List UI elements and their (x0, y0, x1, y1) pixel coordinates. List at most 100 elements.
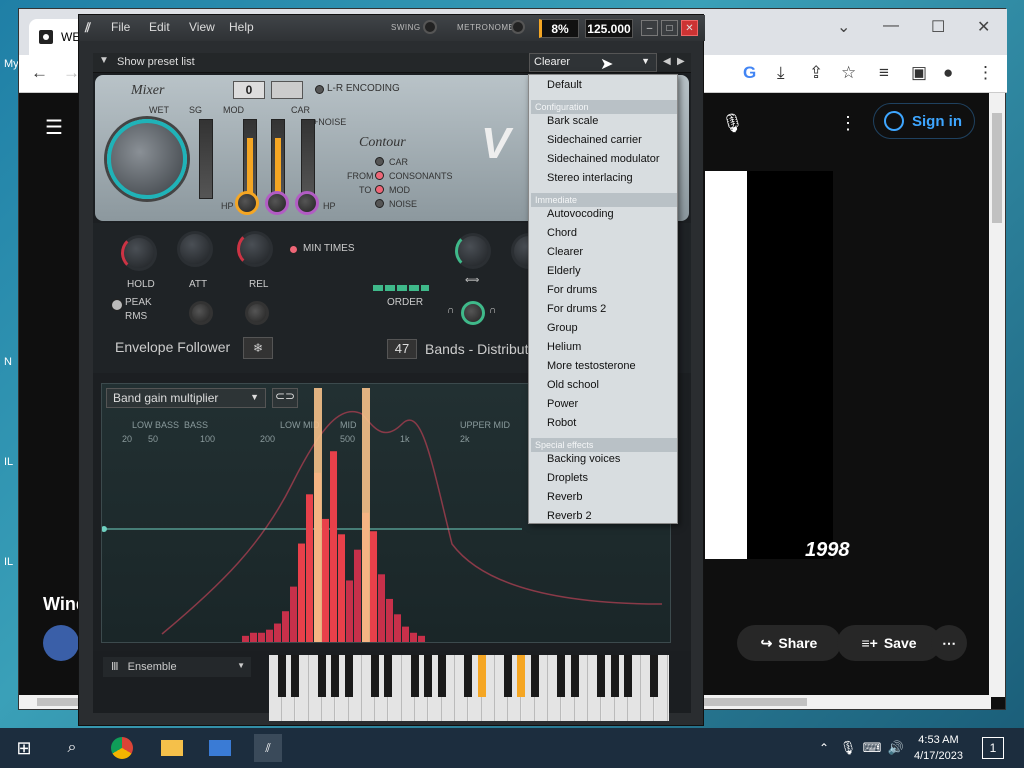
piano-black-key[interactable] (610, 655, 619, 697)
piano-black-key[interactable] (597, 655, 606, 697)
band-bar[interactable] (378, 574, 385, 642)
system-clock[interactable]: 4:53 AM 4/17/2023 (914, 732, 963, 764)
band-bar[interactable] (330, 451, 337, 642)
more-actions-button[interactable]: ⋯ (931, 625, 967, 661)
menu-edit[interactable]: Edit (149, 20, 170, 34)
dropdown-item[interactable]: More testosterone (547, 360, 636, 372)
plugin-titlebar[interactable]: ⫽ File Edit View Help SWING METRONOME 8%… (79, 15, 705, 41)
preset-select[interactable]: Clearer ▼ (529, 53, 657, 72)
share-button[interactable]: ↪ Share (737, 625, 841, 661)
band-bar[interactable] (290, 586, 297, 642)
remote-desktop-icon[interactable] (206, 734, 234, 762)
show-preset-list[interactable]: Show preset list (117, 56, 195, 68)
lr-value[interactable]: 0 (233, 81, 265, 99)
more-icon[interactable]: ⋮ (839, 113, 857, 134)
dropdown-item[interactable]: Reverb (547, 491, 582, 503)
contour-opt-noise[interactable]: NOISE (389, 199, 417, 209)
piano-black-key[interactable] (411, 655, 419, 697)
app-logo-icon[interactable]: ⫽ (85, 20, 91, 36)
google-icon[interactable]: G (743, 63, 756, 83)
dropdown-item[interactable]: Old school (547, 379, 599, 391)
download-icon[interactable]: ⤓ (777, 63, 785, 83)
band-bar[interactable] (410, 632, 417, 642)
piano-black-key[interactable] (291, 655, 300, 697)
minimize-icon[interactable]: – (641, 20, 658, 36)
piano-black-key[interactable] (344, 655, 353, 697)
profile-icon[interactable]: ● (943, 63, 953, 83)
band-bar[interactable] (250, 632, 257, 642)
dropdown-item[interactable]: Elderly (547, 265, 581, 277)
band-bar[interactable] (258, 632, 265, 642)
share-page-icon[interactable]: ⇪ (809, 63, 823, 83)
menu-dots-icon[interactable]: ⋮ (977, 63, 994, 83)
close-icon[interactable]: ✕ (977, 17, 990, 37)
band-bar[interactable] (402, 626, 409, 642)
dropdown-item[interactable]: Clearer (547, 246, 583, 258)
mic-icon[interactable]: 🎙 (721, 113, 744, 134)
band-bar[interactable] (418, 635, 425, 642)
dropdown-item[interactable]: Sidechained modulator (547, 153, 660, 165)
dropdown-item[interactable]: Group (547, 322, 578, 334)
swing-knob[interactable] (423, 20, 437, 34)
contour-car-led[interactable] (375, 157, 384, 166)
filter-knob[interactable] (461, 301, 485, 325)
piano-black-key[interactable] (504, 655, 513, 697)
noise-fader[interactable] (301, 119, 315, 199)
band-bar[interactable] (322, 518, 329, 642)
car-knob[interactable] (295, 191, 319, 215)
lr-encoding-led[interactable] (315, 85, 324, 94)
notification-center[interactable]: 1 (982, 737, 1004, 759)
maximize-icon[interactable]: ☐ (931, 17, 945, 37)
dropdown-item[interactable]: Robot (547, 417, 576, 429)
piano-black-key[interactable] (424, 655, 433, 697)
att-knob[interactable] (177, 231, 213, 267)
peak-rms-toggle[interactable] (111, 299, 123, 311)
bands-count[interactable]: 47 (387, 339, 417, 359)
gain-handle[interactable] (102, 526, 107, 532)
side-panel-icon[interactable]: ▣ (911, 63, 927, 83)
minimize-icon[interactable]: — (883, 17, 899, 35)
save-button[interactable]: ≡+ Save (837, 625, 941, 661)
menu-view[interactable]: View (189, 20, 215, 34)
scroll-thumb[interactable] (992, 113, 1002, 223)
dropdown-item[interactable]: For drums 2 (547, 303, 606, 315)
hp-knob[interactable] (235, 191, 259, 215)
piano-black-key[interactable] (384, 655, 393, 697)
rel-knob[interactable] (237, 231, 273, 267)
mod-fader[interactable] (243, 119, 257, 199)
wet-knob[interactable] (107, 119, 187, 199)
dropdown-item[interactable]: Autovocoding (547, 208, 614, 220)
piano-black-key[interactable] (530, 655, 539, 697)
dropdown-item[interactable]: Power (547, 398, 578, 410)
metronome-knob[interactable] (511, 20, 525, 34)
att-curve-knob[interactable] (189, 301, 213, 325)
tempo-display[interactable]: 125.000 (585, 19, 633, 38)
piano-black-key[interactable] (331, 655, 340, 697)
chrome-icon[interactable] (108, 734, 136, 762)
maximize-icon[interactable]: □ (661, 20, 678, 36)
band-bar[interactable] (282, 611, 289, 642)
dropdown-item[interactable]: Droplets (547, 472, 588, 484)
sg-fader[interactable] (199, 119, 213, 199)
car-fader[interactable] (271, 119, 285, 199)
menu-file[interactable]: File (111, 20, 130, 34)
menu-help[interactable]: Help (229, 20, 254, 34)
band-highlight[interactable] (362, 388, 370, 642)
vertical-scrollbar[interactable] (989, 93, 1005, 697)
piano-keyboard[interactable] (269, 655, 669, 721)
band-bar[interactable] (386, 598, 393, 642)
prev-preset-icon[interactable]: ◀ (663, 56, 671, 67)
video-player[interactable] (705, 171, 833, 559)
dropdown-item[interactable]: Helium (547, 341, 581, 353)
volume-icon[interactable]: 🔊 (882, 734, 910, 762)
file-explorer-icon[interactable] (158, 734, 186, 762)
dropdown-item[interactable]: For drums (547, 284, 597, 296)
dropdown-item[interactable]: Bark scale (547, 115, 598, 127)
contour-consonants-led[interactable] (375, 171, 384, 180)
band-bar[interactable] (370, 531, 377, 642)
lr-value-2[interactable] (271, 81, 303, 99)
piano-black-key[interactable] (371, 655, 380, 697)
search-icon[interactable]: ⌕ (58, 734, 86, 762)
hold-knob[interactable] (121, 235, 157, 271)
band-bar[interactable] (298, 543, 305, 642)
